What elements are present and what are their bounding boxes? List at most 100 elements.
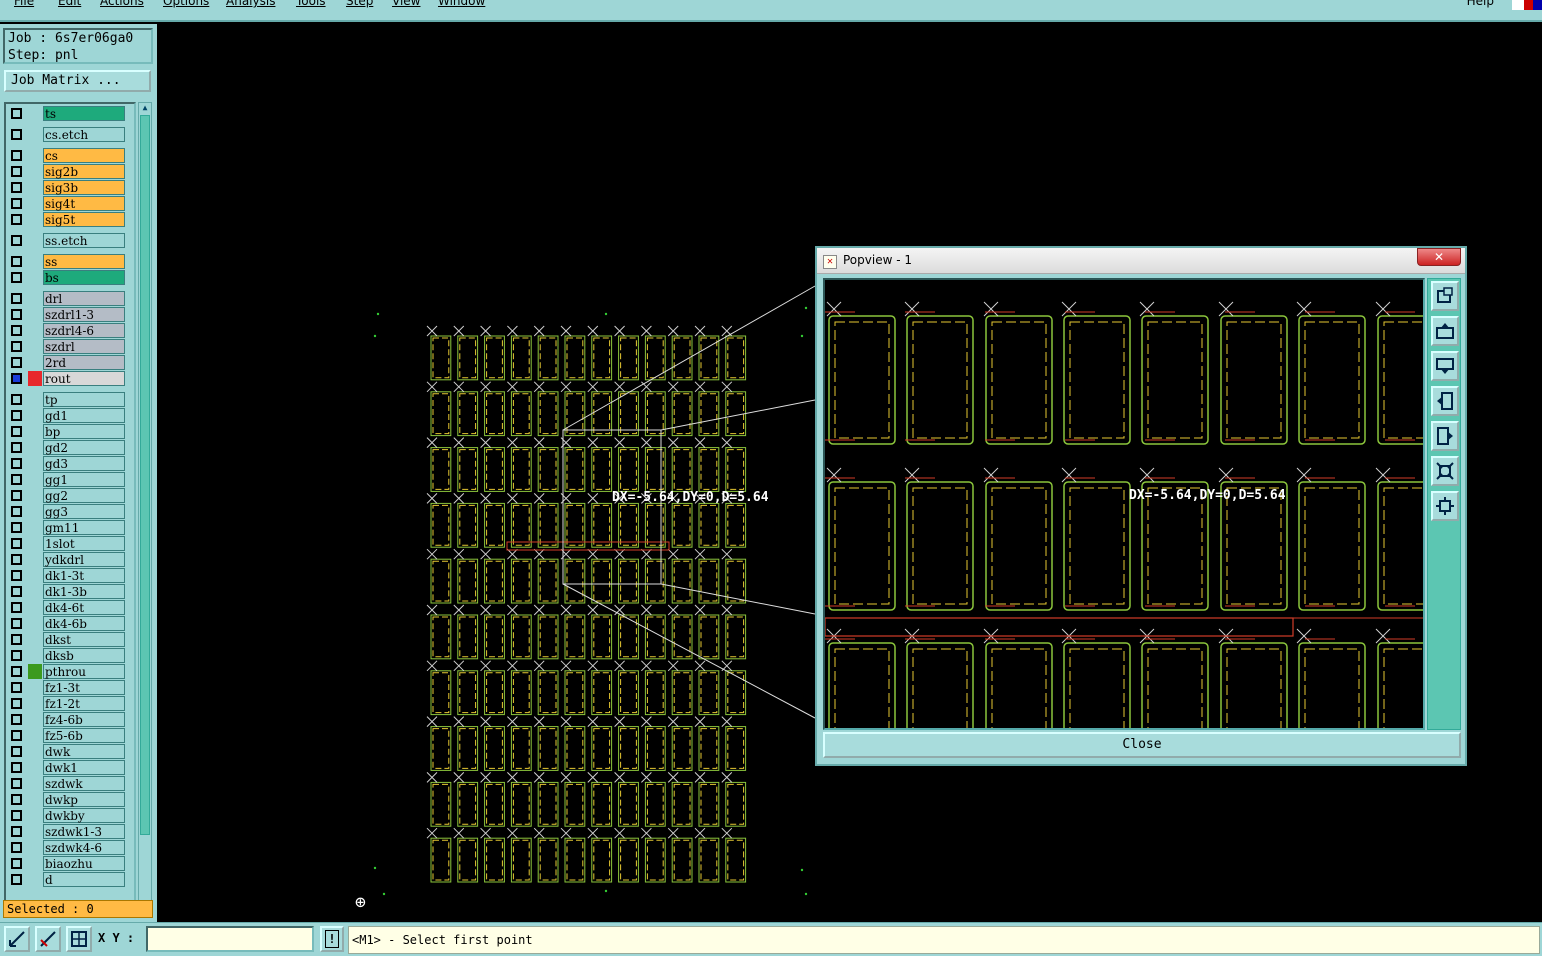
menu-step[interactable]: Step <box>346 0 373 8</box>
layer-checkbox[interactable] <box>11 325 22 336</box>
pan-right-icon[interactable] <box>1431 421 1459 451</box>
layer-name[interactable]: szdwk <box>43 776 125 791</box>
layer-name[interactable]: dksb <box>43 648 125 663</box>
layer-row[interactable]: rout <box>8 371 128 386</box>
layer-name[interactable]: gg3 <box>43 504 125 519</box>
layer-checkbox[interactable] <box>11 586 22 597</box>
layer-name[interactable]: cs <box>43 148 125 163</box>
layer-name[interactable]: dwk <box>43 744 125 759</box>
popview-close-button[interactable]: Close <box>823 732 1461 758</box>
layer-row[interactable]: dkst <box>8 632 128 647</box>
layer-row[interactable]: fz5-6b <box>8 728 128 743</box>
menu-tools[interactable]: Tools <box>296 0 326 8</box>
layer-name[interactable]: sig4t <box>43 196 125 211</box>
pan-up-icon[interactable] <box>1431 316 1459 346</box>
layer-name[interactable]: dk4-6b <box>43 616 125 631</box>
layer-name[interactable]: fz1-2t <box>43 696 125 711</box>
layer-name[interactable]: ts <box>43 106 125 121</box>
layer-checkbox[interactable] <box>11 538 22 549</box>
layer-row[interactable]: dk1-3b <box>8 584 128 599</box>
layer-checkbox[interactable] <box>11 554 22 565</box>
layer-row[interactable]: ss.etch <box>8 233 128 248</box>
layer-checkbox[interactable] <box>11 166 22 177</box>
layer-row[interactable]: gd1 <box>8 408 128 423</box>
snap-tool-icon[interactable] <box>35 926 61 952</box>
layer-checkbox[interactable] <box>11 858 22 869</box>
layer-checkbox[interactable] <box>11 410 22 421</box>
layer-checkbox[interactable] <box>11 602 22 613</box>
menu-edit[interactable]: Edit <box>58 0 81 8</box>
grid-tool-icon[interactable] <box>66 926 92 952</box>
layer-name[interactable]: d <box>43 872 125 887</box>
layer-name[interactable]: szdwk4-6 <box>43 840 125 855</box>
layer-name[interactable]: sig2b <box>43 164 125 179</box>
layer-checkbox[interactable] <box>11 746 22 757</box>
zoom-window-icon[interactable] <box>1431 281 1459 311</box>
layer-row[interactable]: 1slot <box>8 536 128 551</box>
pan-left-icon[interactable] <box>1431 386 1459 416</box>
layer-name[interactable]: szdrl1-3 <box>43 307 125 322</box>
layer-checkbox[interactable] <box>11 506 22 517</box>
layer-name[interactable]: fz4-6b <box>43 712 125 727</box>
layer-checkbox[interactable] <box>11 730 22 741</box>
layer-row[interactable]: szdwk <box>8 776 128 791</box>
layer-checkbox[interactable] <box>11 256 22 267</box>
layer-row[interactable]: szdrl1-3 <box>8 307 128 322</box>
layer-name[interactable]: sig5t <box>43 212 125 227</box>
layer-name[interactable]: gg2 <box>43 488 125 503</box>
layer-row[interactable]: cs <box>8 148 128 163</box>
popview-zoomed-view[interactable]: DX=-5.64,DY=0,D=5.64 <box>823 278 1425 730</box>
layer-name[interactable]: ss.etch <box>43 233 125 248</box>
layer-row[interactable]: szdrl4-6 <box>8 323 128 338</box>
layer-row[interactable]: pthrou <box>8 664 128 679</box>
layer-row[interactable]: drl <box>8 291 128 306</box>
layer-name[interactable]: dwkp <box>43 792 125 807</box>
pan-down-icon[interactable] <box>1431 351 1459 381</box>
layer-checkbox[interactable] <box>11 794 22 805</box>
layer-name[interactable]: gd3 <box>43 456 125 471</box>
layer-checkbox[interactable] <box>11 182 22 193</box>
layer-checkbox[interactable] <box>11 357 22 368</box>
layer-row[interactable]: cs.etch <box>8 127 128 142</box>
layer-checkbox[interactable] <box>11 618 22 629</box>
layer-row[interactable]: gg2 <box>8 488 128 503</box>
layer-name[interactable]: dwk1 <box>43 760 125 775</box>
layer-checkbox[interactable] <box>11 309 22 320</box>
layer-name[interactable]: dk1-3t <box>43 568 125 583</box>
warning-button[interactable]: ! <box>320 926 344 952</box>
layer-row[interactable]: sig5t <box>8 212 128 227</box>
xy-input[interactable] <box>146 926 314 952</box>
layer-name[interactable]: bp <box>43 424 125 439</box>
layer-row[interactable]: gd2 <box>8 440 128 455</box>
layer-name[interactable]: dk1-3b <box>43 584 125 599</box>
layer-name[interactable]: gg1 <box>43 472 125 487</box>
layer-checkbox[interactable] <box>11 666 22 677</box>
layer-checkbox[interactable] <box>11 762 22 773</box>
layer-name[interactable]: dkst <box>43 632 125 647</box>
layer-list-scrollbar[interactable]: ▲ ▼ <box>138 102 152 918</box>
layer-name[interactable]: gm11 <box>43 520 125 535</box>
layer-row[interactable]: szdrl <box>8 339 128 354</box>
layer-name[interactable]: gd2 <box>43 440 125 455</box>
zoom-in-icon[interactable] <box>1431 456 1459 486</box>
layer-name[interactable]: bs <box>43 270 125 285</box>
layer-name[interactable]: dk4-6t <box>43 600 125 615</box>
menu-view[interactable]: View <box>392 0 420 8</box>
layer-row[interactable]: gd3 <box>8 456 128 471</box>
layer-row[interactable]: dwkp <box>8 792 128 807</box>
layer-checkbox[interactable] <box>11 394 22 405</box>
layer-checkbox[interactable] <box>11 634 22 645</box>
layer-checkbox[interactable] <box>11 214 22 225</box>
layer-checkbox[interactable] <box>11 570 22 581</box>
job-matrix-button[interactable]: Job Matrix ... <box>4 70 151 92</box>
menu-help[interactable]: Help <box>1467 0 1494 8</box>
layer-name[interactable]: szdrl4-6 <box>43 323 125 338</box>
layer-checkbox[interactable] <box>11 458 22 469</box>
layer-name[interactable]: cs.etch <box>43 127 125 142</box>
layer-row[interactable]: fz1-3t <box>8 680 128 695</box>
menu-analysis[interactable]: Analysis <box>226 0 275 8</box>
layer-checkbox[interactable] <box>11 198 22 209</box>
layer-name[interactable]: szdrl <box>43 339 125 354</box>
popview-close-icon[interactable]: ✕ <box>1417 248 1461 266</box>
layer-name[interactable]: szdwk1-3 <box>43 824 125 839</box>
